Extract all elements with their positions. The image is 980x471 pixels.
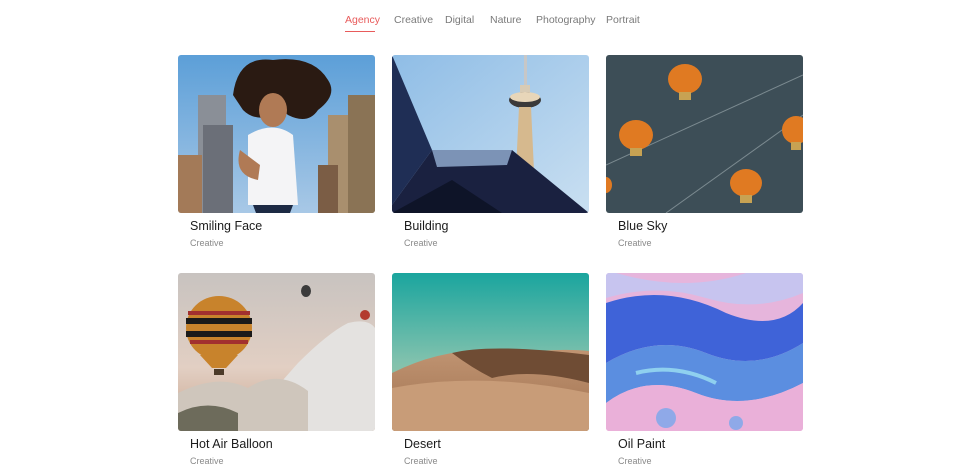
card-title[interactable]: Hot Air Balloon <box>190 437 273 451</box>
card-category: Creative <box>404 238 438 248</box>
card-category: Creative <box>618 238 652 248</box>
filter-portrait[interactable]: Portrait <box>606 13 640 27</box>
active-filter-underline <box>345 31 375 32</box>
filter-creative[interactable]: Creative <box>394 13 433 27</box>
lanterns-photo[interactable] <box>606 55 803 213</box>
card-category: Creative <box>190 456 224 466</box>
card-title[interactable]: Smiling Face <box>190 219 262 233</box>
woman-city-photo[interactable] <box>178 55 375 213</box>
paint-photo[interactable] <box>606 273 803 431</box>
tower-photo[interactable] <box>392 55 589 213</box>
filter-photography[interactable]: Photography <box>536 13 596 27</box>
desert-photo[interactable] <box>392 273 589 431</box>
filter-nature[interactable]: Nature <box>490 13 522 27</box>
card-title[interactable]: Building <box>404 219 448 233</box>
card-title[interactable]: Oil Paint <box>618 437 665 451</box>
portfolio-filter-nav: Agency Creative Digital Nature Photograp… <box>0 0 980 40</box>
card-title[interactable]: Blue Sky <box>618 219 667 233</box>
card-category: Creative <box>618 456 652 466</box>
card-title[interactable]: Desert <box>404 437 441 451</box>
balloon-photo[interactable] <box>178 273 375 431</box>
card-category: Creative <box>190 238 224 248</box>
card-category: Creative <box>404 456 438 466</box>
filter-agency[interactable]: Agency <box>345 13 380 27</box>
filter-digital[interactable]: Digital <box>445 13 474 27</box>
